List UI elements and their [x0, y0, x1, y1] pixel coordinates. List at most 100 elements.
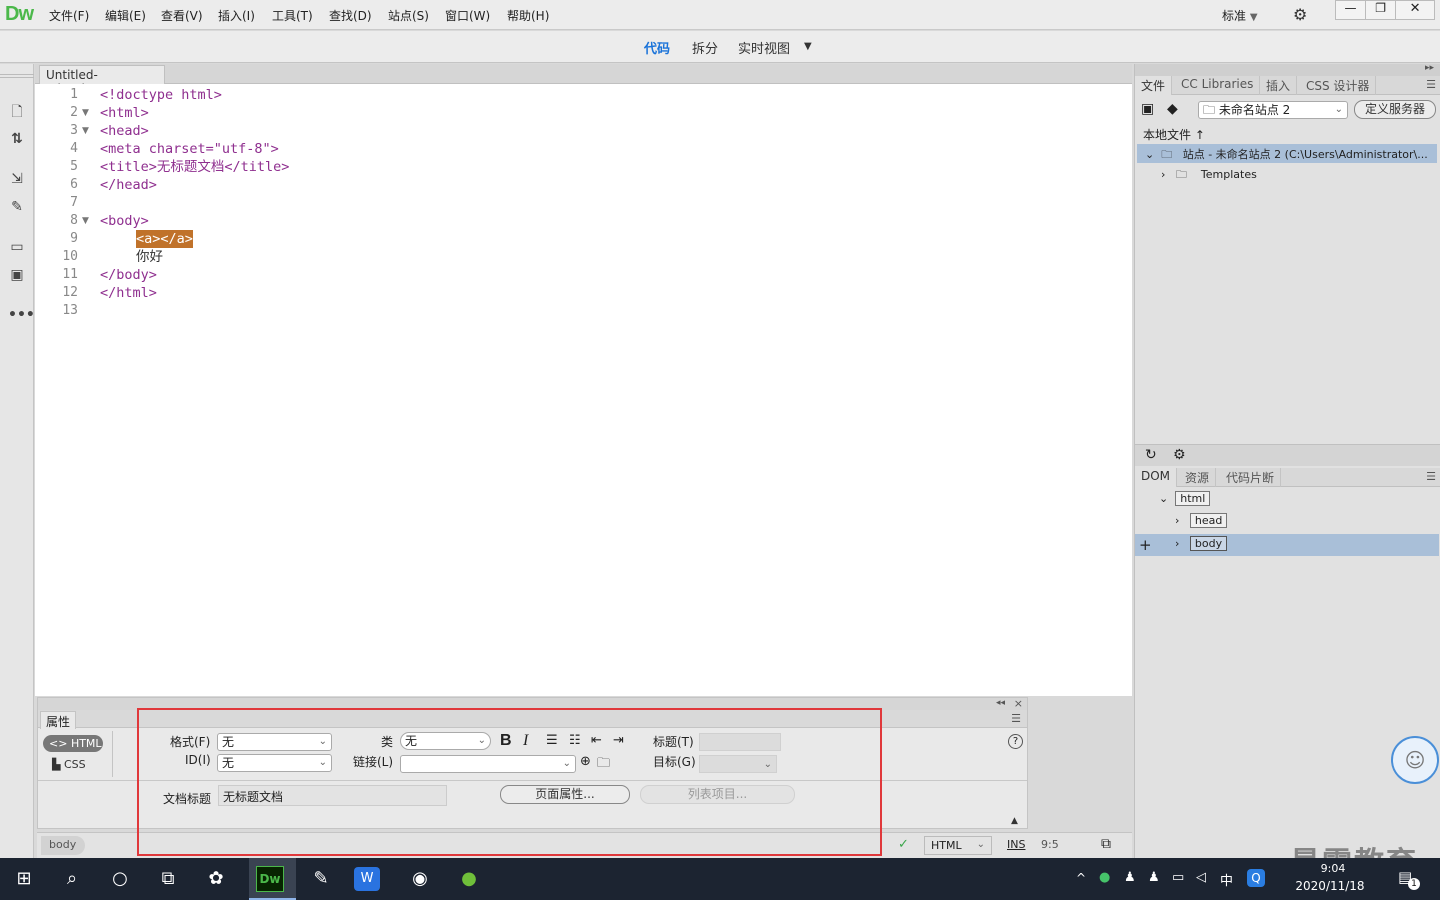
connect-icon[interactable]: ▣: [1141, 101, 1154, 117]
chrome-icon[interactable]: ◉: [403, 863, 437, 895]
menu-find[interactable]: 查找(D): [329, 7, 372, 24]
close-icon[interactable]: ✕: [1396, 1, 1434, 19]
help-icon[interactable]: ?: [1008, 734, 1023, 749]
tag-selector-body[interactable]: body: [41, 836, 85, 855]
dom-node-body[interactable]: › body: [1175, 536, 1228, 551]
wechat-icon[interactable]: ●: [1099, 870, 1110, 885]
live-view-button[interactable]: 实时视图: [738, 38, 790, 57]
minimize-icon[interactable]: —: [1336, 1, 1367, 19]
dreamweaver-icon[interactable]: Dw: [256, 866, 284, 892]
preview-window-icon[interactable]: ⧉: [1101, 836, 1111, 852]
line-number: 11: [62, 267, 78, 282]
manage-site-icon[interactable]: ⚙: [1173, 447, 1186, 463]
tab-css-designer[interactable]: CSS 设计器: [1300, 76, 1377, 95]
clock-time[interactable]: 9:04: [1298, 862, 1368, 875]
git-icon[interactable]: ◆: [1167, 101, 1178, 117]
site-select[interactable]: 🗀 未命名站点 2 ⌄: [1198, 101, 1348, 119]
show-hidden-icons-icon[interactable]: ^: [1076, 871, 1086, 885]
menu-edit[interactable]: 编辑(E): [105, 7, 146, 24]
assistant-bubble-icon[interactable]: ☺: [1391, 736, 1439, 784]
menu-tools[interactable]: 工具(T): [272, 7, 313, 24]
search-icon[interactable]: ⌕: [55, 863, 89, 895]
split-view-button[interactable]: 拆分: [692, 38, 718, 57]
line-number: 10: [62, 249, 78, 264]
fold-arrow-icon[interactable]: ▼: [82, 122, 89, 140]
define-server-button[interactable]: 定义服务器: [1354, 100, 1436, 119]
restore-icon[interactable]: ❐: [1366, 1, 1397, 19]
tab-cc-libraries[interactable]: CC Libraries: [1175, 76, 1261, 95]
open-documents-icon[interactable]: 🗋: [8, 103, 26, 121]
menu-help[interactable]: 帮助(H): [507, 7, 549, 24]
code-line: <meta charset="utf-8">: [100, 141, 279, 157]
chevron-right-icon: ›: [1175, 537, 1180, 550]
tab-files[interactable]: 文件: [1135, 76, 1173, 95]
volume-icon[interactable]: ◁: [1196, 870, 1206, 885]
properties-tab[interactable]: 属性: [40, 711, 76, 729]
file-management-icon[interactable]: ⇅: [8, 130, 26, 148]
html-mode-button[interactable]: <> HTML: [43, 735, 103, 752]
network-icon[interactable]: ▭: [1172, 870, 1184, 885]
templates-row[interactable]: › 🗀 Templates: [1161, 166, 1257, 185]
clock-date[interactable]: 2020/11/18: [1292, 879, 1368, 893]
fold-arrow-icon[interactable]: ▼: [82, 212, 89, 230]
line-number: 8: [70, 213, 78, 228]
right-panel: ▸▸ 文件 CC Libraries 插入 CSS 设计器 ☰ ▣ ◆ 🗀 未命…: [1134, 63, 1440, 858]
chevron-down-icon[interactable]: ▼: [804, 41, 812, 52]
menu-insert[interactable]: 插入(I): [218, 7, 255, 24]
fold-arrow-icon[interactable]: ▼: [82, 104, 89, 122]
site-root-row[interactable]: ⌄ 🗀 站点 - 未命名站点 2 (C:\Users\Administrator…: [1137, 144, 1437, 163]
remove-comment-icon[interactable]: ▣: [8, 266, 26, 284]
collapse-icon[interactable]: ◂◂: [996, 698, 1005, 708]
local-files-header[interactable]: 本地文件 ↑: [1143, 126, 1205, 143]
notepad-icon[interactable]: ✎: [304, 863, 338, 895]
workspace-label: 标准: [1222, 9, 1247, 23]
tab-insert[interactable]: 插入: [1260, 76, 1298, 95]
line-number: 5: [70, 159, 78, 174]
panel-menu-icon[interactable]: ☰: [1426, 78, 1436, 91]
panel-menu-icon[interactable]: ☰: [1426, 470, 1436, 483]
qq-browser-icon[interactable]: Q: [1247, 869, 1265, 887]
dom-node-html[interactable]: ⌄ html: [1159, 491, 1211, 506]
dom-node-label: body: [1189, 536, 1228, 551]
chevron-down-icon: ⌄: [1159, 492, 1169, 505]
format-source-icon[interactable]: ✎: [8, 198, 26, 216]
menu-window[interactable]: 窗口(W): [445, 7, 490, 24]
add-element-icon[interactable]: +: [1139, 536, 1152, 554]
toolbar-grip[interactable]: [0, 74, 34, 78]
tab-dom[interactable]: DOM: [1135, 468, 1178, 487]
menu-view[interactable]: 查看(V): [161, 7, 203, 24]
collapse-icon[interactable]: ▸▸: [1425, 63, 1434, 73]
menu-file[interactable]: 文件(F): [49, 7, 89, 24]
panel-menu-icon[interactable]: ☰: [1011, 712, 1021, 725]
close-panel-icon[interactable]: ×: [1014, 697, 1023, 710]
document-tab[interactable]: Untitled-1.html*×: [39, 65, 165, 96]
refresh-icon[interactable]: ↻: [1145, 447, 1157, 463]
view-bar: 代码 拆分 实时视图 ▼: [0, 31, 1440, 63]
comment-icon[interactable]: ▭: [8, 238, 26, 256]
workspace-switcher[interactable]: 标准 ▼: [1222, 7, 1258, 24]
expand-tags-icon[interactable]: ⇲: [8, 170, 26, 188]
tab-snippets[interactable]: 代码片断: [1220, 468, 1282, 487]
code-view-button[interactable]: 代码: [644, 38, 670, 57]
cortana-icon[interactable]: ○: [103, 863, 137, 895]
left-toolbar: 🗋 ⇅ ⇲ ✎ ▭ ▣ •••: [0, 64, 35, 858]
sync-settings-icon[interactable]: ⚙: [1293, 5, 1307, 24]
ime-indicator[interactable]: 中: [1220, 870, 1233, 889]
more-icon[interactable]: •••: [8, 306, 35, 324]
qq-icon[interactable]: ♟: [1148, 870, 1160, 885]
qq-icon[interactable]: ♟: [1124, 870, 1136, 885]
menu-site[interactable]: 站点(S): [388, 7, 429, 24]
dom-node-head[interactable]: › head: [1175, 513, 1228, 528]
css-mode-button[interactable]: ▙ CSS: [52, 758, 86, 771]
language-select[interactable]: HTML ⌄: [924, 836, 992, 855]
watermelon-app-icon[interactable]: ●: [452, 863, 486, 895]
pinwheel-app-icon[interactable]: ✿: [199, 863, 233, 895]
site-name: 未命名站点 2: [1218, 103, 1291, 117]
expand-panel-icon[interactable]: ▲: [1011, 816, 1018, 826]
task-view-icon[interactable]: ⧉: [151, 863, 185, 895]
tab-assets[interactable]: 资源: [1179, 468, 1217, 487]
insert-mode[interactable]: INS: [1007, 838, 1025, 851]
wps-icon[interactable]: W: [354, 867, 380, 891]
windows-start-icon[interactable]: ⊞: [7, 863, 41, 895]
code-line: <html>: [100, 105, 149, 121]
